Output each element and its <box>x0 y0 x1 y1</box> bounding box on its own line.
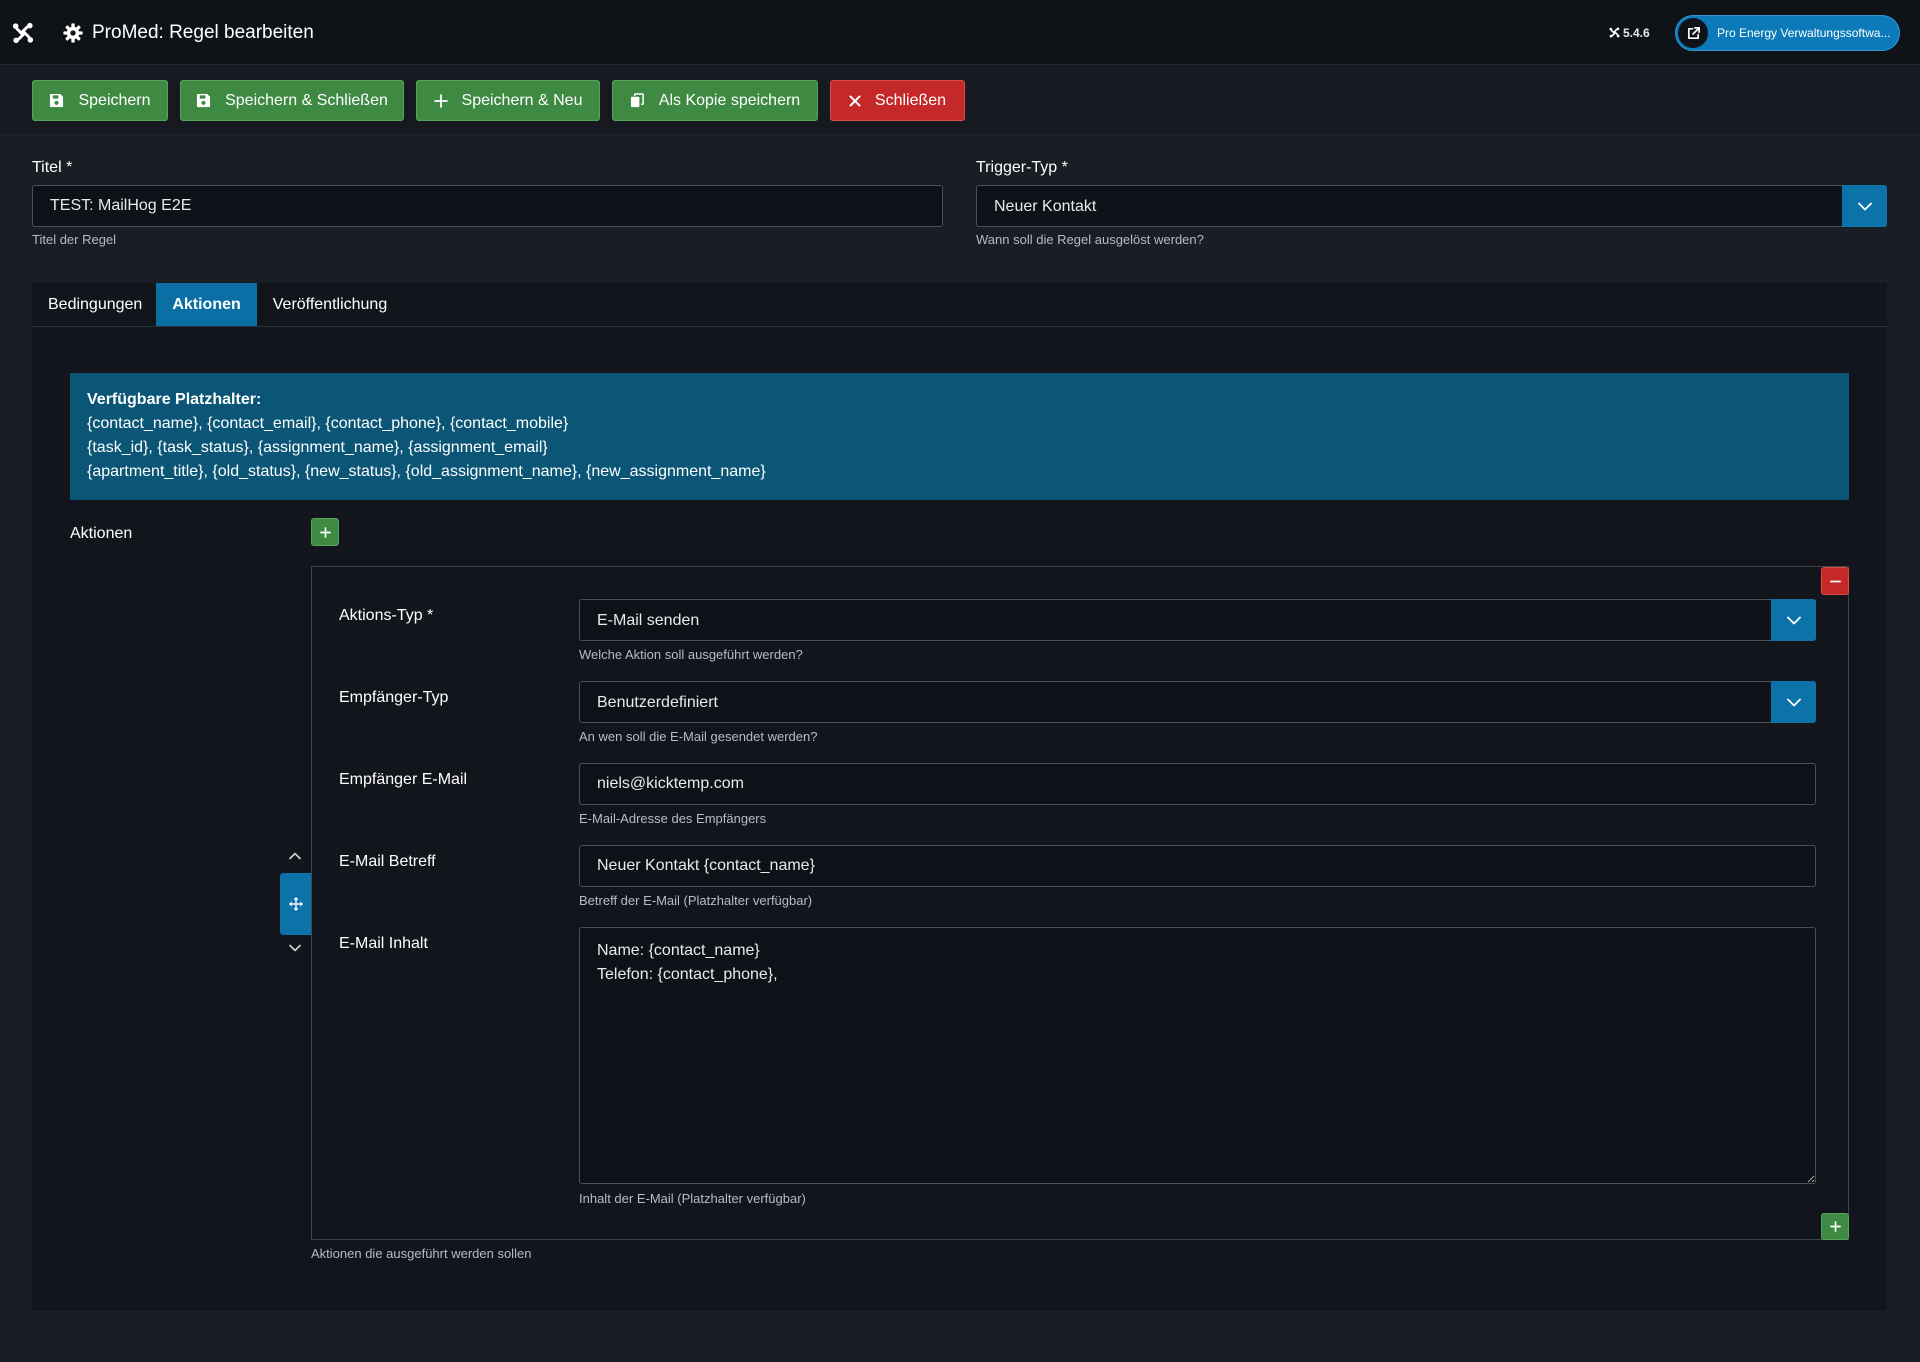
recipient-type-help: An wen soll die E-Mail gesendet werden? <box>579 729 818 744</box>
chevron-down-icon[interactable] <box>1771 599 1816 641</box>
close-icon <box>849 95 861 107</box>
email-subject-label: E-Mail Betreff <box>339 853 436 870</box>
action-type-label: Aktions-Typ * <box>339 607 434 624</box>
floppy-icon <box>196 93 211 108</box>
save-new-label: Speichern & Neu <box>461 91 583 109</box>
chevron-down-icon[interactable] <box>1842 185 1887 227</box>
save-close-button[interactable]: Speichern & Schließen <box>180 80 404 121</box>
view-site-button[interactable]: Pro Energy Verwaltungssoftwa... <box>1675 15 1900 51</box>
action-type-select[interactable]: E-Mail senden <box>579 599 1816 641</box>
view-site-label: Pro Energy Verwaltungssoftwa... <box>1717 26 1891 40</box>
placeholder-line: {task_id}, {task_status}, {assignment_na… <box>87 439 548 456</box>
close-button[interactable]: Schließen <box>830 80 965 121</box>
email-subject-help: Betreff der E-Mail (Platzhalter verfügba… <box>579 893 813 908</box>
move-icon <box>288 897 303 911</box>
recipient-type-select[interactable]: Benutzerdefiniert <box>579 681 1816 723</box>
placeholder-info-alert: Verfügbare Platzhalter: {contact_name}, … <box>70 373 1849 500</box>
tab-publishing[interactable]: Veröffentlichung <box>257 283 401 326</box>
recipient-type-label: Empfänger-Typ <box>339 689 449 706</box>
title-label: Titel * <box>32 159 73 176</box>
chevron-down-icon[interactable] <box>1771 681 1816 723</box>
joomla-small-icon <box>1609 27 1620 38</box>
move-down-icon[interactable] <box>289 944 301 952</box>
version-indicator: 5.4.6 <box>1609 0 1650 65</box>
tab-conditions[interactable]: Bedingungen <box>32 283 156 326</box>
email-body-textarea[interactable]: Name: {contact_name} Telefon: {contact_p… <box>579 927 1816 1184</box>
page-title: ProMed: Regel bearbeiten <box>92 22 314 43</box>
remove-action-button[interactable] <box>1821 567 1849 595</box>
tab-panel: Bedingungen Aktionen Veröffentlichung Ve… <box>32 283 1887 1311</box>
tab-actions[interactable]: Aktionen <box>156 283 257 326</box>
drag-handle[interactable] <box>280 873 311 935</box>
save-button[interactable]: Speichern <box>32 80 168 121</box>
recipient-email-label: Empfänger E-Mail <box>339 771 468 788</box>
app-header: ProMed: Regel bearbeiten 5.4.6 Pro Energ… <box>0 0 1920 65</box>
title-input[interactable] <box>32 185 943 227</box>
add-action-below-button[interactable] <box>1821 1213 1849 1240</box>
actions-label: Aktionen <box>70 525 133 542</box>
placeholder-line: {apartment_title}, {old_status}, {new_st… <box>87 463 766 480</box>
move-up-icon[interactable] <box>289 852 301 860</box>
save-new-button[interactable]: Speichern & Neu <box>416 80 600 121</box>
version-label: 5.4.6 <box>1623 25 1650 40</box>
action-row: Aktions-Typ * E-Mail senden Welche Aktio… <box>311 566 1849 1240</box>
email-body-help: Inhalt der E-Mail (Platzhalter verfügbar… <box>579 1191 806 1206</box>
floppy-icon <box>49 93 64 108</box>
trigger-type-dropdown[interactable]: Neuer Kontakt <box>976 185 1887 227</box>
external-link-icon <box>1678 18 1708 48</box>
copy-icon <box>630 93 645 108</box>
email-subject-input[interactable] <box>579 845 1816 887</box>
recipient-type-dropdown[interactable]: Benutzerdefiniert <box>579 681 1816 723</box>
gear-icon <box>63 23 83 43</box>
action-type-help: Welche Aktion soll ausgeführt werden? <box>579 647 803 662</box>
placeholder-heading: Verfügbare Platzhalter: <box>87 391 262 408</box>
trigger-type-help: Wann soll die Regel ausgelöst werden? <box>976 232 1204 247</box>
actions-help: Aktionen die ausgeführt werden sollen <box>311 1246 532 1261</box>
save-label: Speichern <box>78 91 151 109</box>
action-toolbar: Speichern Speichern & Schließen Speicher… <box>0 65 1920 135</box>
trigger-type-select[interactable]: Neuer Kontakt <box>976 185 1887 227</box>
save-close-label: Speichern & Schließen <box>225 91 388 109</box>
save-copy-button[interactable]: Als Kopie speichern <box>612 80 818 121</box>
recipient-email-input[interactable] <box>579 763 1816 805</box>
title-help: Titel der Regel <box>32 232 117 247</box>
tab-bar: Bedingungen Aktionen Veröffentlichung <box>32 283 1887 327</box>
action-type-dropdown[interactable]: E-Mail senden <box>579 599 1816 641</box>
trigger-type-label: Trigger-Typ * <box>976 159 1068 176</box>
email-body-label: E-Mail Inhalt <box>339 935 428 952</box>
close-label: Schließen <box>874 91 947 109</box>
plus-icon <box>433 93 448 108</box>
recipient-email-help: E-Mail-Adresse des Empfängers <box>579 811 767 826</box>
save-copy-label: Als Kopie speichern <box>658 91 801 109</box>
joomla-logo-icon[interactable] <box>12 22 34 44</box>
add-action-button[interactable] <box>311 518 339 546</box>
placeholder-line: {contact_name}, {contact_email}, {contac… <box>87 415 569 432</box>
